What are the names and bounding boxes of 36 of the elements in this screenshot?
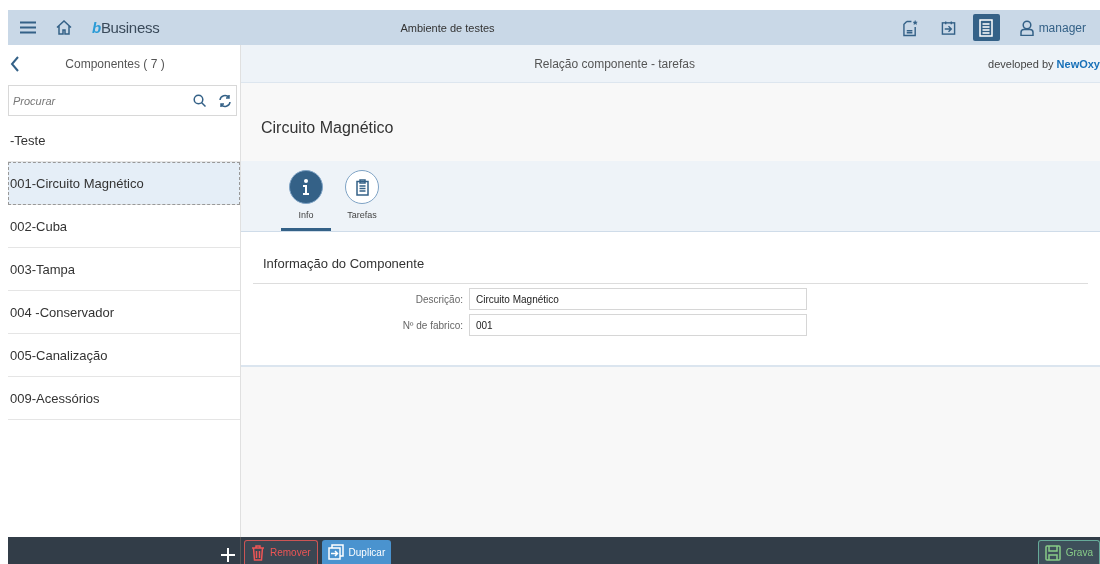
field-label: Nº de fabrico:	[401, 319, 463, 331]
list-item[interactable]: 001-Circuito Magnético	[8, 162, 240, 205]
search-button[interactable]	[193, 94, 206, 107]
sidebar-title: Componentes ( 7 )	[64, 56, 166, 71]
user-icon	[1019, 19, 1034, 36]
back-icon	[10, 55, 20, 72]
save-icon	[1044, 544, 1061, 561]
menu-button[interactable]	[20, 21, 36, 34]
document-star-icon	[902, 18, 918, 37]
user-button[interactable]: manager	[1013, 18, 1092, 37]
home-icon	[56, 20, 72, 35]
document-list-icon	[979, 18, 994, 37]
brand-logo: bBusiness	[92, 19, 160, 36]
refresh-icon	[218, 93, 232, 108]
duplicate-icon	[327, 544, 344, 560]
menu-icon	[20, 21, 36, 34]
plus-icon	[221, 548, 235, 562]
section-title: Informação do Componente	[253, 232, 1088, 284]
toolbar-button[interactable]	[972, 14, 1000, 41]
info-icon	[303, 179, 309, 195]
back-button[interactable]	[8, 55, 20, 72]
home-button[interactable]	[56, 20, 72, 35]
credit-text: developed by NewOxy	[988, 57, 1100, 70]
input-field[interactable]: 001	[469, 314, 807, 336]
field-label: Descrição:	[414, 293, 463, 305]
object-title: Circuito Magnético	[260, 118, 395, 138]
refresh-button[interactable]	[218, 93, 232, 108]
clipboard-icon	[355, 178, 369, 196]
search-bar[interactable]: Procurar	[8, 85, 237, 116]
input-field[interactable]: Circuito Magnético	[469, 288, 807, 310]
search-icon	[193, 94, 206, 107]
environment-label: Ambiente de testes	[400, 21, 495, 34]
tab[interactable]: Tarefas	[337, 161, 387, 231]
page-title: Relação componente - tarefas	[533, 56, 696, 71]
trash-icon	[251, 544, 265, 561]
save-button[interactable]: Grava	[1037, 540, 1100, 564]
